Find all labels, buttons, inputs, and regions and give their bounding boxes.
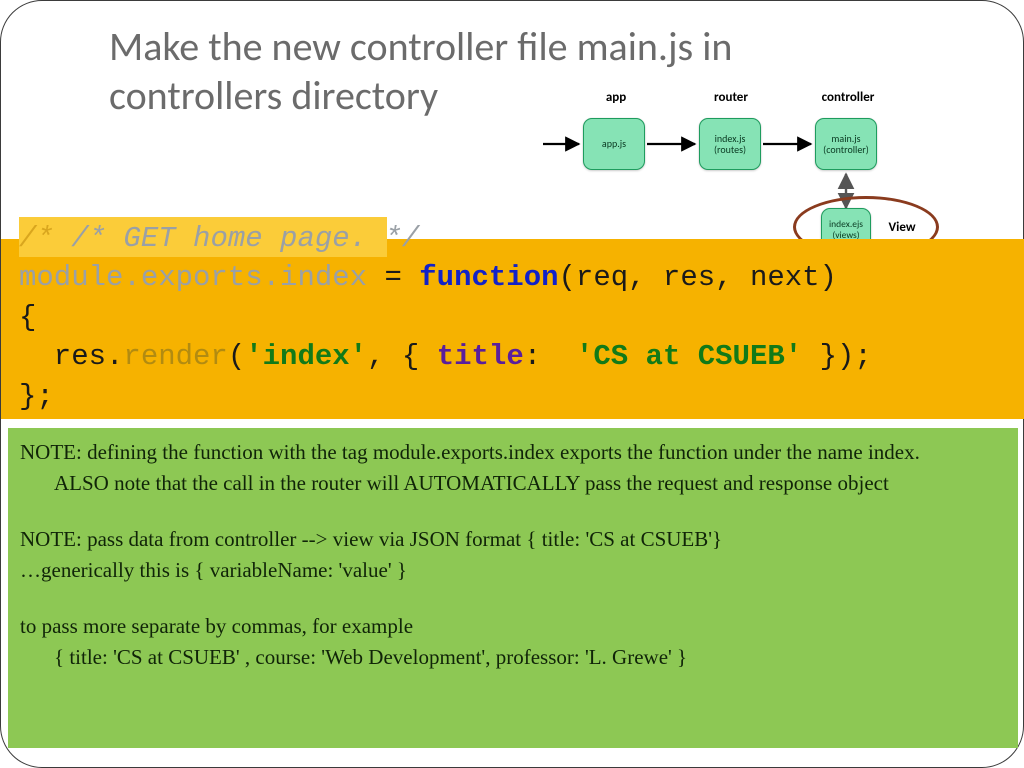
slide: Make the new controller file main.js in … bbox=[0, 0, 1024, 768]
notes-panel: NOTE: defining the function with the tag… bbox=[8, 428, 1018, 748]
code-block: /* /* GET home page. */ module.exports.i… bbox=[19, 219, 1009, 416]
note-line: NOTE: pass data from controller --> view… bbox=[20, 525, 1006, 554]
note-line: NOTE: defining the function with the tag… bbox=[20, 438, 1006, 467]
note-line: ALSO note that the call in the router wi… bbox=[20, 469, 1006, 498]
note-line: { title: 'CS at CSUEB' , course: 'Web De… bbox=[20, 643, 1006, 672]
note-line: …generically this is { variableName: 'va… bbox=[20, 556, 1006, 585]
note-line: to pass more separate by commas, for exa… bbox=[20, 612, 1006, 641]
